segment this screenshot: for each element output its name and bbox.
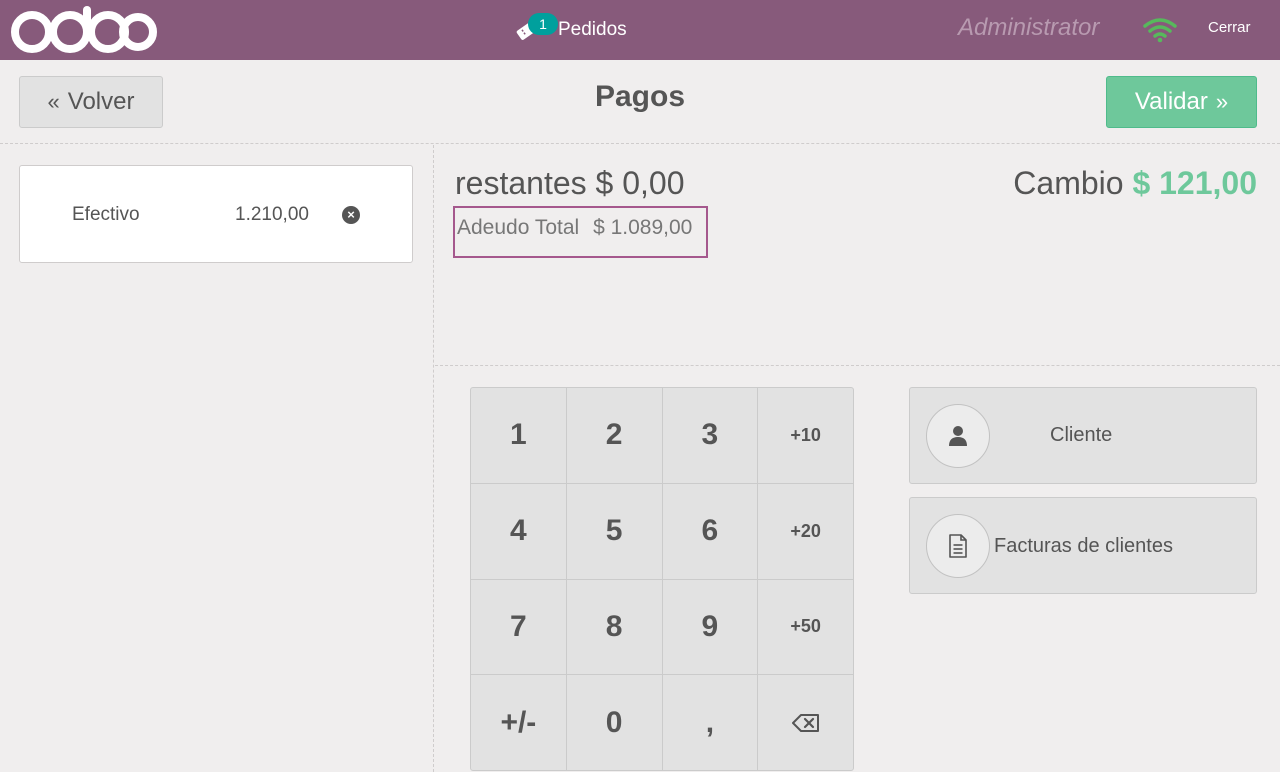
remaining-amount: restantes $ 0,00 [455,165,684,202]
orders-count-badge: 1 [528,13,558,35]
numpad-key-comma[interactable]: , [662,675,758,770]
page-title: Pagos [594,80,686,113]
validate-button-label: Validar [1134,88,1208,115]
remaining-value: $ 0,00 [595,165,685,201]
customer-button[interactable]: Cliente [909,387,1257,484]
total-due: Adeudo Total $ 1.089,00 [453,206,708,258]
numpad: 1 2 3 +10 4 5 6 +20 7 8 9 +50 +/- 0 , [470,387,854,771]
payment-amount: 1.210,00 [235,204,309,225]
change-value: $ 121,00 [1132,165,1257,201]
payment-line[interactable]: Efectivo 1.210,00 × [19,165,413,263]
numpad-key-8[interactable]: 8 [566,579,662,675]
numpad-key-7[interactable]: 7 [471,579,566,675]
payment-method-name: Efectivo [72,204,140,225]
delete-payment-icon[interactable]: × [342,206,360,224]
user-name[interactable]: Administrator [958,14,1099,42]
ticket-icon: 1 [514,13,558,43]
user-icon [926,404,990,468]
numpad-key-backspace[interactable] [758,675,853,770]
orders-button[interactable]: 1 Pedidos [514,12,627,48]
numpad-key-plus-50[interactable]: +50 [758,579,853,675]
numpad-key-1[interactable]: 1 [471,388,566,483]
back-button[interactable]: « Volver [19,76,163,128]
orders-label: Pedidos [558,19,627,40]
change-label: Cambio [1013,165,1124,201]
close-button[interactable]: Cerrar [1208,19,1251,36]
numpad-key-sign[interactable]: +/- [471,675,566,770]
total-due-label: Adeudo Total [457,216,580,239]
change-amount: Cambio $ 121,00 [1013,165,1257,202]
numpad-key-6[interactable]: 6 [662,483,758,579]
numpad-key-plus-10[interactable]: +10 [758,388,853,483]
invoice-button[interactable]: Facturas de clientes [909,497,1257,594]
remaining-label: restantes [455,165,587,201]
validate-button[interactable]: Validar » [1106,76,1257,128]
top-bar: 1 Pedidos Administrator Cerrar [0,0,1280,60]
double-chevron-right-icon: » [1215,89,1229,114]
odoo-logo [11,6,157,53]
document-icon [926,514,990,578]
numpad-key-plus-20[interactable]: +20 [758,483,853,579]
double-chevron-left-icon: « [47,89,60,114]
payment-summary: restantes $ 0,00 Cambio $ 121,00 Adeudo … [435,145,1280,366]
back-button-label: Volver [67,88,135,115]
numpad-key-2[interactable]: 2 [566,388,662,483]
numpad-key-0[interactable]: 0 [566,675,662,770]
numpad-key-4[interactable]: 4 [471,483,566,579]
numpad-key-5[interactable]: 5 [566,483,662,579]
backspace-icon [791,713,819,732]
customer-button-label: Cliente [1050,424,1113,446]
wifi-icon [1143,18,1177,43]
invoice-button-label: Facturas de clientes [994,535,1173,557]
total-due-value: $ 1.089,00 [593,216,693,239]
payment-header: Pagos « Volver Validar » [0,60,1280,144]
payment-lines-panel: Efectivo 1.210,00 × [0,145,434,772]
numpad-key-9[interactable]: 9 [662,579,758,675]
numpad-key-3[interactable]: 3 [662,388,758,483]
